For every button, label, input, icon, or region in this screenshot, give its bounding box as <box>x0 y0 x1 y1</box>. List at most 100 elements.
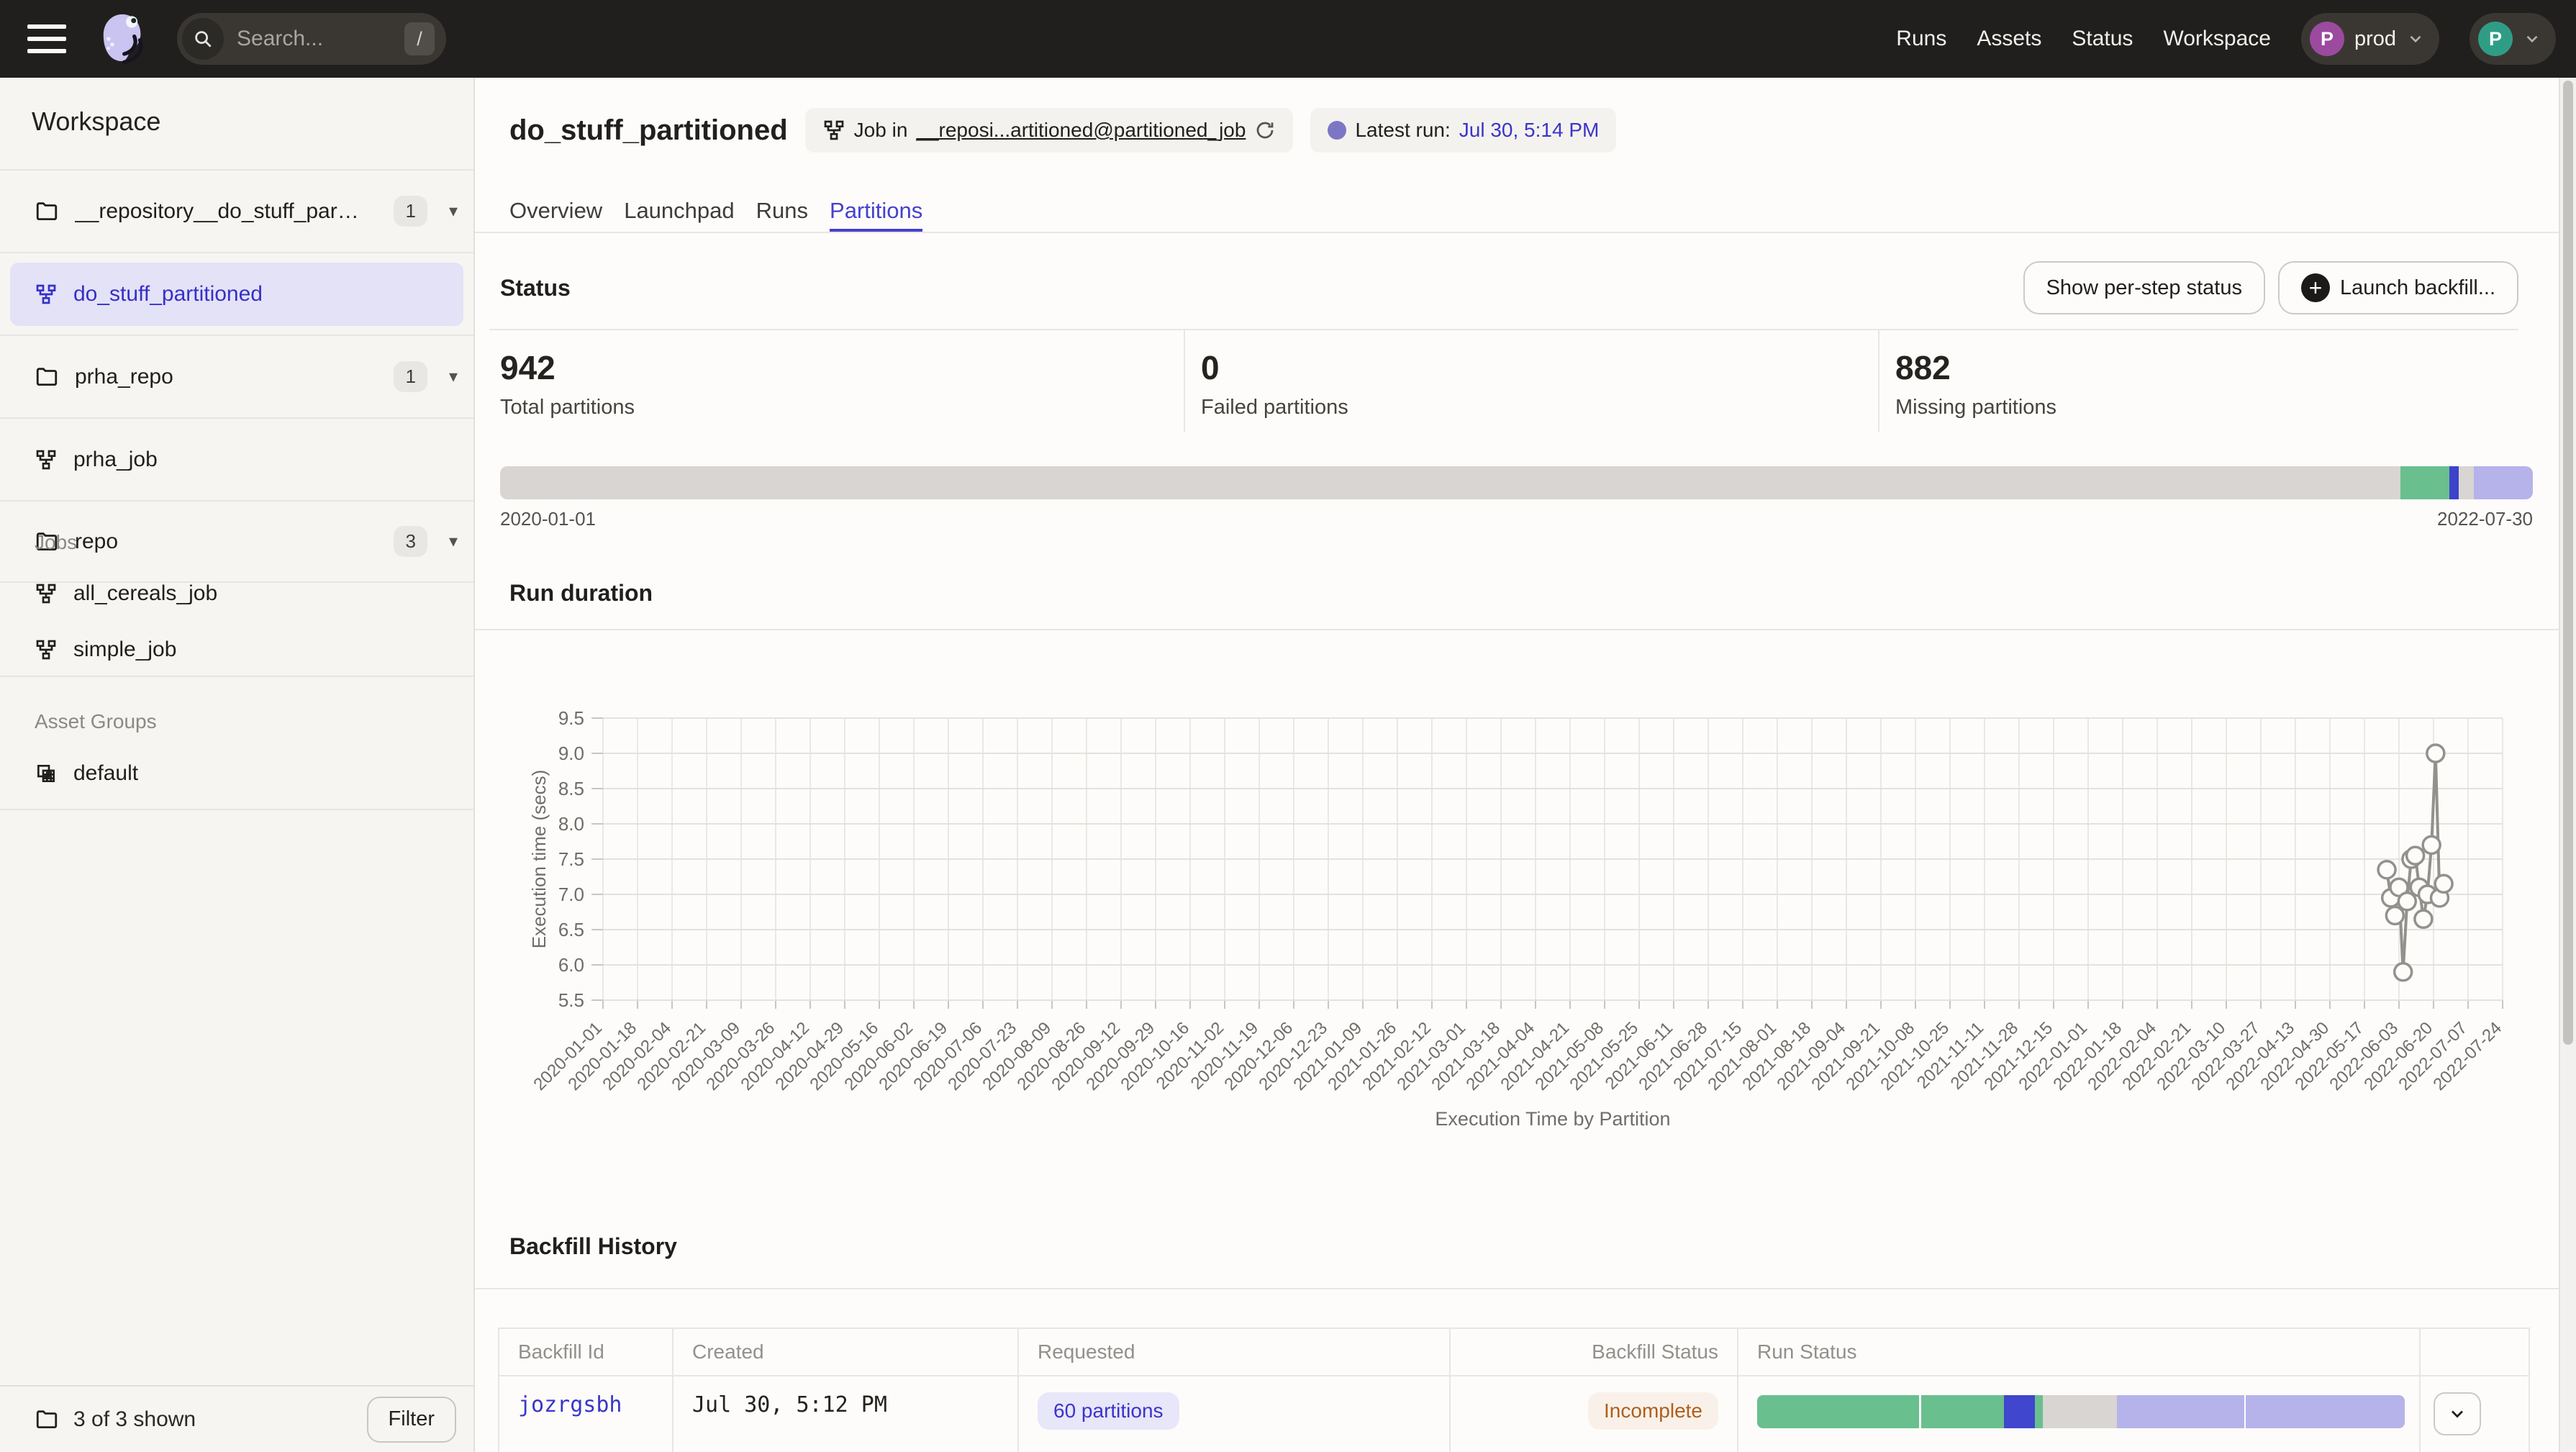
search-input[interactable]: Search... / <box>177 13 446 65</box>
main-content: 2020-01-012020-01-182020-02-042020-02-21… <box>475 78 2576 1452</box>
partition-status-bar[interactable] <box>500 466 2533 499</box>
caret-down-icon[interactable]: ▾ <box>449 531 458 552</box>
expand-row-button[interactable] <box>2434 1392 2481 1435</box>
nav-link-runs[interactable]: Runs <box>1896 27 1946 51</box>
svg-text:Execution Time by Partition: Execution Time by Partition <box>1435 1108 1670 1130</box>
divider <box>0 676 473 677</box>
tab-overview[interactable]: Overview <box>509 189 602 233</box>
col-header-backfill-id: Backfill Id <box>499 1329 672 1376</box>
caret-down-icon[interactable]: ▾ <box>449 366 458 387</box>
caret-down-icon[interactable]: ▾ <box>449 201 458 222</box>
svg-text:2021-01-26: 2021-01-26 <box>1324 1018 1400 1094</box>
svg-text:7.0: 7.0 <box>558 884 584 905</box>
sidebar-title: Workspace <box>32 106 160 137</box>
table-row-cell-actions <box>2419 1376 2529 1452</box>
refresh-icon[interactable] <box>1254 119 1276 141</box>
svg-text:2021-03-18: 2021-03-18 <box>1428 1018 1504 1094</box>
svg-text:2020-09-12: 2020-09-12 <box>1048 1018 1124 1094</box>
deployment-switcher[interactable]: P prod <box>2301 13 2439 65</box>
svg-text:2021-06-28: 2021-06-28 <box>1635 1018 1711 1094</box>
sidebar-footer: 3 of 3 shown Filter <box>0 1385 473 1452</box>
svg-text:2022-05-17: 2022-05-17 <box>2291 1018 2367 1094</box>
status-header-row: Status Show per-step status + Launch bac… <box>500 260 2518 315</box>
svg-text:2021-04-21: 2021-04-21 <box>1497 1018 1573 1094</box>
svg-text:2020-02-21: 2020-02-21 <box>633 1018 709 1094</box>
bar-segment <box>1757 1395 1919 1428</box>
stat-missing-partitions: 882Missing partitions <box>1878 330 2518 432</box>
stats-row: 942Total partitions0Failed partitions882… <box>500 330 2518 432</box>
divider <box>475 629 2576 630</box>
tab-partitions[interactable]: Partitions <box>830 189 922 233</box>
hamburger-menu-icon[interactable] <box>27 24 66 53</box>
nav-link-status[interactable]: Status <box>2072 27 2133 51</box>
svg-text:8.5: 8.5 <box>558 778 584 799</box>
svg-text:2020-07-06: 2020-07-06 <box>910 1018 986 1094</box>
svg-text:5.5: 5.5 <box>558 989 584 1011</box>
table-row-cell-run-status <box>1737 1376 2419 1452</box>
stat-label: Total partitions <box>500 396 1184 419</box>
svg-text:2021-04-04: 2021-04-04 <box>1462 1018 1538 1094</box>
sidebar-item-label: prha_job <box>73 448 158 472</box>
jobs-section-label: Jobs <box>35 531 77 554</box>
stat-label: Missing partitions <box>1895 396 2518 419</box>
tab-runs[interactable]: Runs <box>756 189 808 233</box>
svg-text:2020-11-19: 2020-11-19 <box>1187 1018 1263 1094</box>
job-icon <box>35 283 58 306</box>
col-header-actions <box>2419 1329 2529 1376</box>
svg-text:2020-11-02: 2020-11-02 <box>1153 1018 1228 1094</box>
svg-text:2021-07-15: 2021-07-15 <box>1669 1018 1746 1094</box>
sidebar-job-all_cereals_job[interactable]: all_cereals_job <box>35 581 217 606</box>
chevron-down-icon <box>2406 30 2425 48</box>
backfill-table: Backfill Id Created Requested Backfill S… <box>498 1328 2530 1452</box>
svg-text:2021-02-12: 2021-02-12 <box>1359 1018 1435 1094</box>
sidebar-item-do-stuff-partitioned[interactable]: do_stuff_partitioned <box>0 252 473 335</box>
requested-partitions-badge[interactable]: 60 partitions <box>1038 1392 1179 1430</box>
user-menu[interactable]: P <box>2470 13 2556 65</box>
job-origin-pill: Job in __reposi...artitioned@partitioned… <box>805 108 1294 153</box>
run-status-bar[interactable] <box>1757 1395 2405 1428</box>
nav-link-workspace[interactable]: Workspace <box>2163 27 2271 51</box>
job-icon <box>35 582 58 605</box>
workspace-list: __repository__do_stuff_partitio...1▾ do_s… <box>0 169 473 583</box>
launch-backfill-button[interactable]: + Launch backfill... <box>2278 261 2518 314</box>
tab-launchpad[interactable]: Launchpad <box>624 189 734 233</box>
selected-item-pill: do_stuff_partitioned <box>10 263 463 326</box>
sidebar-asset-group-default[interactable]: default <box>35 761 138 786</box>
show-per-step-status-button[interactable]: Show per-step status <box>2023 261 2265 314</box>
bar-segment <box>2035 1395 2043 1428</box>
page-scrollbar-thumb[interactable] <box>2563 81 2573 1045</box>
backfill-history-title: Backfill History <box>509 1233 677 1260</box>
svg-text:2022-07-07: 2022-07-07 <box>2395 1018 2471 1094</box>
svg-text:Execution time (secs): Execution time (secs) <box>528 770 550 949</box>
svg-text:2020-05-16: 2020-05-16 <box>806 1018 882 1094</box>
bar-segment <box>2474 466 2533 499</box>
svg-text:7.5: 7.5 <box>558 848 584 870</box>
svg-text:2020-03-26: 2020-03-26 <box>702 1018 779 1094</box>
sidebar-item-prha-repo[interactable]: prha_repo 1 ▾ <box>0 335 473 417</box>
sidebar-item-prha-job[interactable]: prha_job <box>0 417 473 500</box>
latest-run-link[interactable]: Jul 30, 5:14 PM <box>1459 119 1600 142</box>
svg-text:2020-04-29: 2020-04-29 <box>771 1018 848 1094</box>
stat-total-partitions: 942Total partitions <box>500 330 1184 432</box>
svg-text:2021-10-08: 2021-10-08 <box>1842 1018 1918 1094</box>
sidebar-item-label: prha_repo <box>75 365 173 389</box>
svg-text:2022-04-13: 2022-04-13 <box>2222 1018 2298 1094</box>
job-origin-link[interactable]: __reposi...artitioned@partitioned_job <box>916 119 1246 142</box>
page-scrollbar-track[interactable] <box>2559 78 2576 1452</box>
svg-text:2022-04-30: 2022-04-30 <box>2257 1018 2333 1094</box>
bar-segment <box>500 466 2400 499</box>
sidebar-item--repository-do-stuff-partitio-[interactable]: __repository__do_stuff_partitio...1▾ <box>0 169 473 252</box>
divider <box>475 232 2576 233</box>
filter-button[interactable]: Filter <box>367 1397 456 1443</box>
bar-segment <box>2459 466 2474 499</box>
nav-link-assets[interactable]: Assets <box>1977 27 2041 51</box>
job-icon <box>822 119 845 142</box>
repo-count-badge: 1 <box>394 361 427 392</box>
page-header: do_stuff_partitioned Job in __reposi...a… <box>509 108 2518 153</box>
search-icon <box>182 18 224 60</box>
svg-text:2022-06-20: 2022-06-20 <box>2360 1018 2436 1094</box>
backfill-id-link[interactable]: jozrgsbh <box>518 1392 622 1417</box>
asset-groups-section-label: Asset Groups <box>35 710 157 733</box>
dagster-logo-icon[interactable] <box>92 9 153 69</box>
sidebar-job-simple_job[interactable]: simple_job <box>35 637 176 662</box>
